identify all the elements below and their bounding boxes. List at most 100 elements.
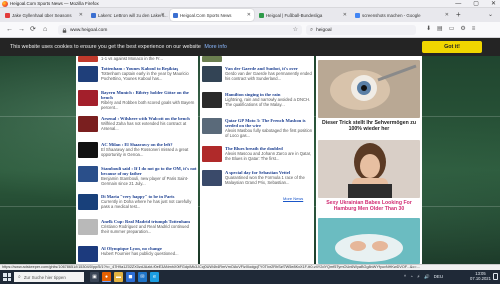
cookie-accept-button[interactable]: Got it!: [422, 41, 482, 53]
news-thumbnail[interactable]: [78, 194, 98, 210]
tab-lakers[interactable]: Lakers: LeBron will zu den Lakers... ✕: [88, 9, 168, 21]
firefox-taskbar-icon[interactable]: ●: [102, 272, 111, 282]
ad-bath-image[interactable]: [318, 218, 420, 264]
news-item[interactable]: Tottenham : Younes Kaboul to Beşiktaş Tot…: [78, 66, 198, 82]
news-headline[interactable]: Stambouli said : If I do not go to the O…: [101, 166, 198, 176]
news-item[interactable]: Van der Gaerde and Sunbot, it's over Gerd…: [202, 66, 314, 82]
battery-icon[interactable]: ⚡: [417, 272, 420, 282]
file-explorer-icon[interactable]: ▬: [114, 272, 123, 282]
home-button[interactable]: ⌂: [43, 25, 47, 34]
search-bar[interactable]: ⌕ heigoal: [306, 25, 416, 35]
news-item[interactable]: Di Maria "very happy" to be in Paris Curr…: [78, 194, 198, 210]
news-thumbnail[interactable]: [78, 56, 98, 62]
news-thumbnail[interactable]: [78, 66, 98, 82]
ad-image-eye[interactable]: [318, 60, 420, 118]
news-thumbnail[interactable]: [202, 92, 222, 108]
news-thumbnail[interactable]: [202, 170, 222, 186]
app-menu-icon[interactable]: ≡: [472, 25, 476, 34]
volume-icon[interactable]: 🔊: [424, 272, 430, 282]
forward-button[interactable]: →: [18, 25, 25, 34]
close-tab-icon[interactable]: ✕: [161, 12, 165, 18]
news-item[interactable]: Anelk Cup: Real Madrid triumph Tottenham…: [78, 219, 198, 235]
extensions-icon[interactable]: ⚙: [460, 25, 465, 34]
taskbar-search-box[interactable]: ⌕ Zur Suche hier tippen: [14, 272, 84, 282]
downloads-icon[interactable]: ⬇: [426, 25, 431, 34]
ad-dating[interactable]: Sexy Ukrainian Babes Looking For Hamburg…: [318, 140, 420, 212]
tray-overflow-icon[interactable]: ^: [404, 272, 406, 282]
news-thumbnail[interactable]: [202, 56, 222, 62]
tab-favicon-icon: [173, 12, 178, 18]
close-tab-icon[interactable]: ✕: [343, 12, 347, 18]
news-item[interactable]: AC Milan : El Shaarawy on the left? El Sh…: [78, 142, 198, 158]
mail-icon[interactable]: ✉: [138, 272, 147, 282]
system-tray: ^ ◔ ⚡ 🔊 DEU: [404, 272, 443, 282]
ad-eye-trick[interactable]: Dieser Trick stellt Ihr Sehvermögen zu 1…: [318, 60, 420, 132]
news-item[interactable]: The Blues breath the doubled Alexis Masco…: [202, 146, 314, 162]
ad-image-bath[interactable]: [318, 218, 420, 264]
url-text: www.heigoal.com: [70, 27, 108, 33]
news-thumbnail[interactable]: [78, 219, 98, 235]
store-icon[interactable]: ◼: [126, 272, 135, 282]
new-tab-button[interactable]: +: [456, 10, 461, 20]
tab-heigoal-sports-news[interactable]: Heigoal.Com Sports News ✕: [170, 9, 254, 21]
bookmark-star-icon[interactable]: ☆: [293, 26, 298, 33]
news-thumbnail[interactable]: [78, 142, 98, 158]
taskbar-clock[interactable]: 13:05 07.10.2021: [470, 271, 491, 281]
search-icon: ⌕: [310, 26, 314, 33]
language-indicator[interactable]: DEU: [434, 272, 444, 282]
list-all-tabs-icon[interactable]: ⌄: [488, 11, 493, 18]
clock-date: 07.10.2021: [470, 276, 491, 281]
cookie-more-info-link[interactable]: More info: [204, 44, 226, 50]
minimize-button[interactable]: —: [455, 0, 461, 8]
news-item[interactable]: Stambouli said : If I do not go to the O…: [78, 166, 198, 186]
navigation-toolbar: ← → ⟳ ⌂ www.heigoal.com ☆ ⌕ heigoal ⬇ ▤ …: [0, 22, 500, 38]
task-view-icon[interactable]: ▣: [90, 272, 99, 282]
news-column-middle: Van der Gaerde and Sunbot, it's over Gerd…: [200, 56, 314, 264]
news-thumbnail[interactable]: [78, 246, 98, 262]
news-item[interactable]: 1-1 vs against Monaco in the Fr...: [78, 56, 163, 62]
tab-heigoal-bundesliga[interactable]: Heigoal | Fußball-Bundesliga ✕: [256, 9, 350, 21]
news-thumbnail[interactable]: [78, 90, 98, 106]
library-icon[interactable]: ▤: [437, 25, 443, 34]
news-headline[interactable]: Qatar GP Moto 3: The French Masbou is se…: [225, 118, 314, 128]
news-thumbnail[interactable]: [202, 118, 222, 134]
maximize-button[interactable]: ▢: [473, 0, 479, 8]
news-thumbnail[interactable]: [202, 146, 222, 162]
news-item[interactable]: Hamilton singing in the rain Lightning, r…: [202, 92, 314, 108]
news-item[interactable]: [202, 56, 222, 62]
news-item[interactable]: A special day for Sebastian Vettel Quaran…: [202, 170, 314, 186]
windows-start-icon[interactable]: [3, 273, 11, 281]
news-item[interactable]: Bayern Munich : Ribéry holder Götze on t…: [78, 90, 198, 110]
news-thumbnail[interactable]: [78, 166, 98, 182]
close-tab-icon[interactable]: ✕: [445, 12, 449, 18]
news-snippet: Tottenham captain early in the year by M…: [101, 71, 189, 82]
address-bar[interactable]: www.heigoal.com ☆: [58, 25, 302, 35]
tab-label: screenshots machen - Google: [362, 12, 421, 18]
tab-jake-gyllenhaal[interactable]: Jake Gyllenhaal über Seasons ✕: [2, 9, 86, 21]
more-news-link[interactable]: More News: [283, 196, 303, 201]
news-thumbnail[interactable]: [202, 66, 222, 82]
ad-caption[interactable]: Dieser Trick stellt Ihr Sehvermögen zu 1…: [318, 120, 420, 132]
search-icon: ⌕: [18, 274, 21, 280]
close-tab-icon[interactable]: ✕: [79, 12, 83, 18]
search-input[interactable]: heigoal: [316, 28, 331, 33]
sidebar-icon[interactable]: ▭: [449, 25, 455, 34]
ad-caption[interactable]: Sexy Ukrainian Babes Looking For Hamburg…: [318, 200, 420, 212]
close-window-button[interactable]: ✕: [491, 0, 496, 8]
tab-screenshots-google[interactable]: screenshots machen - Google ✕: [352, 9, 452, 21]
news-snippet: Alexis Mascou and Johann Zarco are in Qa…: [225, 151, 312, 162]
news-item[interactable]: Al Olympique Lyon, no change Hubert Fourn…: [78, 246, 179, 262]
reload-button[interactable]: ⟳: [30, 25, 36, 34]
cookie-banner: This website uses cookies to ensure you …: [0, 38, 500, 56]
back-button[interactable]: ←: [6, 25, 13, 34]
edge-icon[interactable]: e: [150, 272, 159, 282]
news-headline[interactable]: Bayern Munich : Ribéry holder Götze on t…: [101, 90, 198, 100]
notification-center-icon[interactable]: [493, 273, 498, 280]
close-tab-icon[interactable]: ✕: [247, 12, 251, 18]
network-icon[interactable]: ◔: [410, 272, 413, 282]
windows-taskbar: ⌕ Zur Suche hier tippen ▣ ● ▬ ◼ ✉ e ^ ◔ …: [0, 270, 500, 284]
news-item[interactable]: Qatar GP Moto 3: The French Masbou is se…: [202, 118, 314, 138]
news-item[interactable]: Arsenal : Wilshere with Walcott on the b…: [78, 116, 198, 132]
news-thumbnail[interactable]: [78, 116, 98, 132]
ad-image-woman[interactable]: [318, 140, 420, 198]
